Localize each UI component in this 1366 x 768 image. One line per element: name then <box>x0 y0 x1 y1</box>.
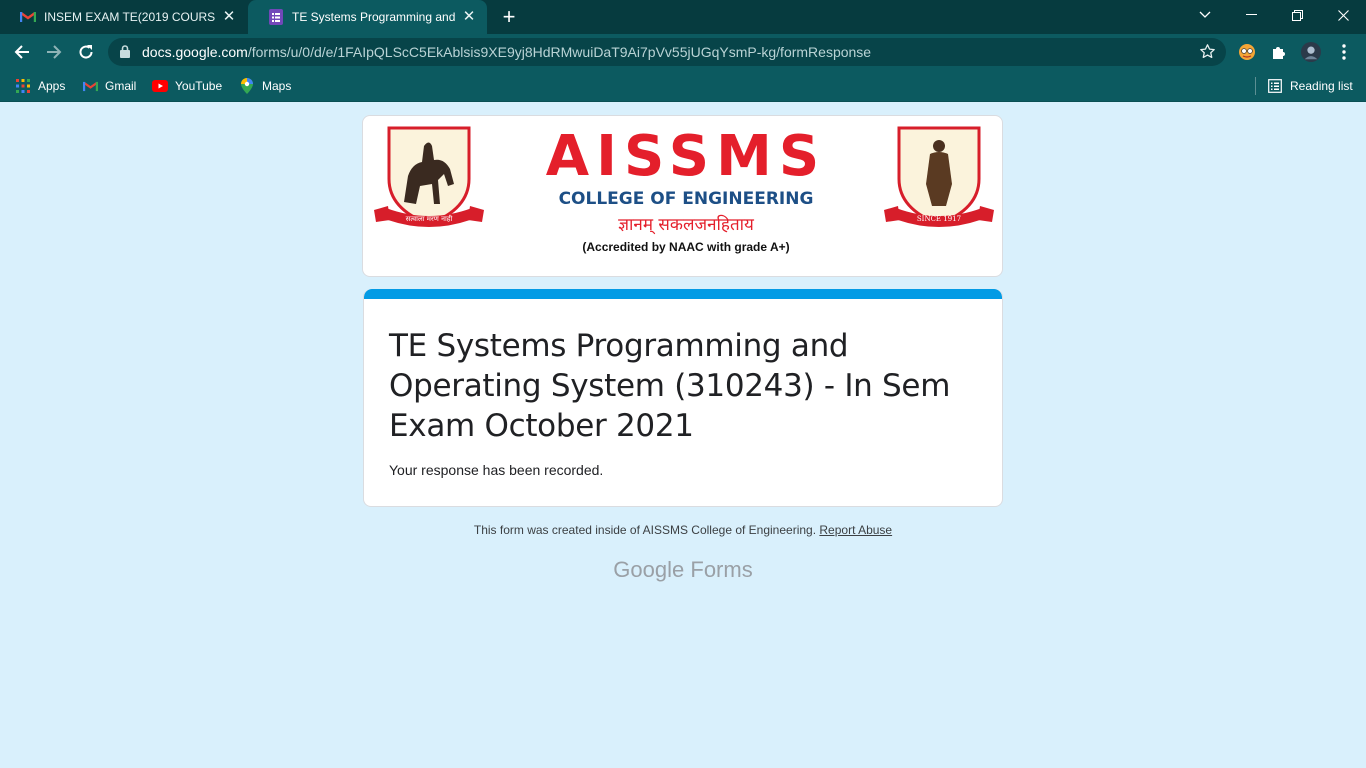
college-motto: ज्ञानम् सकलजनहिताय <box>618 215 754 235</box>
bookmarks-bar: Apps Gmail YouTube Maps Reading list <box>0 70 1366 102</box>
apps-grid-icon <box>15 78 31 94</box>
address-bar[interactable]: docs.google.com/forms/u/0/d/e/1FAIpQLScC… <box>108 38 1226 66</box>
browser-menu-icon[interactable] <box>1334 42 1354 62</box>
bookmark-label: YouTube <box>175 79 223 93</box>
right-emblem-banner-text: SINCE 1917 <box>917 215 961 223</box>
close-tab-icon[interactable]: ✕ <box>461 9 477 25</box>
form-accent-bar <box>364 289 1002 299</box>
back-icon[interactable] <box>10 40 34 64</box>
tab-strip: INSEM EXAM TE(2019 COURSE): ✕ TE Systems… <box>0 0 1366 34</box>
google-forms-logo[interactable]: Google Forms <box>563 557 803 583</box>
minimize-icon[interactable] <box>1228 0 1274 30</box>
tab-google-form[interactable]: TE Systems Programming and Op ✕ <box>248 0 487 34</box>
reading-list-label: Reading list <box>1290 79 1353 93</box>
close-window-icon[interactable] <box>1320 0 1366 30</box>
tab-title: INSEM EXAM TE(2019 COURSE): <box>44 10 215 24</box>
bookmark-label: Maps <box>262 79 292 93</box>
close-tab-icon[interactable]: ✕ <box>221 9 237 25</box>
lock-icon[interactable] <box>120 45 130 63</box>
browser-toolbar: docs.google.com/forms/u/0/d/e/1FAIpQLScC… <box>0 34 1366 70</box>
report-abuse-link[interactable]: Report Abuse <box>819 523 892 537</box>
reload-icon[interactable] <box>74 40 98 64</box>
accreditation-text: (Accredited by NAAC with grade A+) <box>582 240 790 254</box>
profile-avatar-icon[interactable] <box>1301 42 1321 62</box>
google-forms-icon <box>268 9 284 25</box>
bookmark-label: Gmail <box>105 79 137 93</box>
google-wordmark: Google <box>613 557 685 582</box>
reading-list-button[interactable]: Reading list <box>1267 76 1353 96</box>
new-tab-icon[interactable]: + <box>499 6 519 28</box>
maps-icon <box>239 78 255 94</box>
bookmark-maps[interactable]: Maps <box>239 76 291 96</box>
forms-wordmark: Forms <box>690 557 753 582</box>
bookmark-star-icon[interactable] <box>1199 43 1216 65</box>
url-path: /forms/u/0/d/e/1FAIpQLScC5EkAblsis9XE9yj… <box>247 44 872 60</box>
bookmark-gmail[interactable]: Gmail <box>82 76 136 96</box>
gmail-icon <box>20 9 36 25</box>
form-response-card: TE Systems Programming and Operating Sys… <box>363 289 1003 507</box>
gmail-icon <box>82 78 98 94</box>
left-emblem-shield-icon: सत्वाला मरण नाही <box>374 126 484 227</box>
bookmarks-separator <box>1255 77 1256 95</box>
youtube-icon <box>152 78 168 94</box>
tab-title: TE Systems Programming and Op <box>292 10 455 24</box>
extension-icon[interactable] <box>1237 42 1257 62</box>
right-emblem-shield-icon: SINCE 1917 <box>884 126 994 227</box>
form-header-banner: सत्वाला मरण नाही AISSMS COLLEGE OF ENGIN… <box>362 115 1003 277</box>
bookmark-apps[interactable]: Apps <box>15 76 65 96</box>
url-text[interactable]: docs.google.com/forms/u/0/d/e/1FAIpQLScC… <box>142 38 871 66</box>
restore-icon[interactable] <box>1274 0 1320 30</box>
form-title: TE Systems Programming and Operating Sys… <box>389 328 951 444</box>
college-name: COLLEGE OF ENGINEERING <box>558 189 814 209</box>
tab-search-icon[interactable] <box>1182 0 1228 30</box>
bookmark-label: Apps <box>38 79 66 93</box>
bookmark-youtube[interactable]: YouTube <box>152 76 222 96</box>
response-recorded-message: Your response has been recorded. <box>389 462 604 478</box>
reading-list-icon <box>1267 78 1283 94</box>
college-logo-wordmark: AISSMS <box>545 124 827 189</box>
forward-icon[interactable] <box>42 40 66 64</box>
footer-note-text: This form was created inside of AISSMS C… <box>473 523 817 537</box>
tab-gmail[interactable]: INSEM EXAM TE(2019 COURSE): ✕ <box>0 0 247 34</box>
form-footer-note: This form was created inside of AISSMS C… <box>363 523 1003 537</box>
url-host: docs.google.com <box>142 44 248 60</box>
left-emblem-banner-text: सत्वाला मरण नाही <box>406 214 453 223</box>
extensions-puzzle-icon[interactable] <box>1269 42 1289 62</box>
